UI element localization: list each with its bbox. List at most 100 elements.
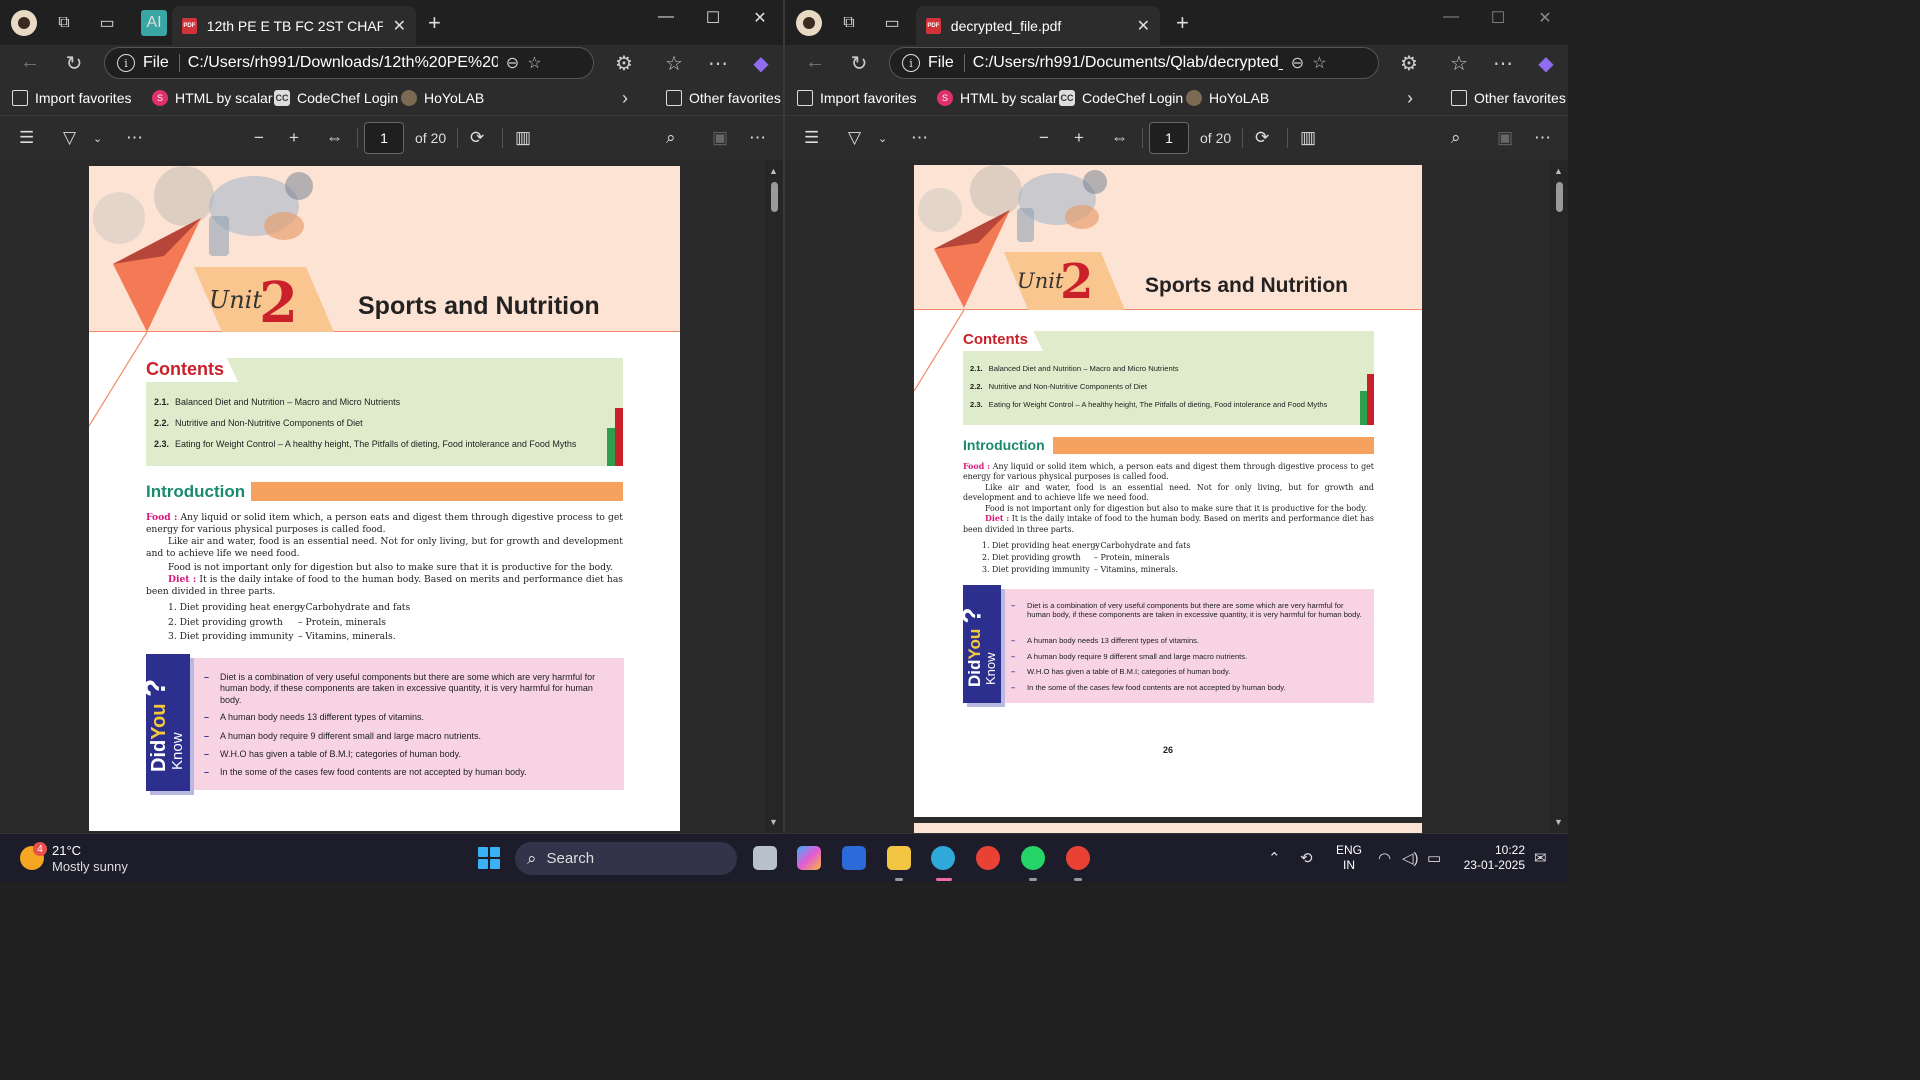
more-tools-icon[interactable]: ⋯ [911,128,928,148]
new-tab-button[interactable]: + [428,10,441,36]
close-window-button[interactable]: ✕ [1522,8,1568,28]
maximize-button[interactable]: ☐ [1475,8,1521,28]
maximize-button[interactable]: ☐ [690,8,736,28]
profile-avatar[interactable] [796,10,822,36]
microsoft-store-icon[interactable] [842,846,866,870]
more-tools-icon[interactable]: ⋯ [126,128,143,148]
new-tab-button[interactable]: + [1176,10,1189,36]
chevron-down-icon[interactable]: ⌄ [93,132,102,145]
bookmark-hoyolab[interactable]: HoYoLAB [401,90,484,106]
vertical-scrollbar[interactable]: ▲ ▼ [765,160,783,833]
bookmark-import-favorites[interactable]: Import favorites [797,90,916,106]
contents-list-icon[interactable]: ☰ [804,128,819,148]
minimize-button[interactable]: — [643,8,689,26]
refresh-icon[interactable]: ↻ [59,51,89,76]
scroll-thumb[interactable] [1556,182,1563,212]
url-text[interactable]: C:/Users/rh991/Documents/Qlab/decrypted_… [973,54,1283,72]
whatsapp-icon[interactable] [1021,846,1045,870]
workspaces-icon[interactable]: ⧉ [836,10,862,36]
profile-avatar[interactable] [11,10,37,36]
back-icon[interactable]: ← [800,51,830,74]
zoom-icon[interactable]: ⊖ [1291,53,1304,73]
refresh-icon[interactable]: ↻ [844,51,874,76]
favorite-star-icon[interactable]: ☆ [527,53,541,73]
save-icon[interactable]: ▣ [712,128,728,148]
zoom-out-button[interactable]: − [254,128,264,148]
contents-item[interactable]: 2.2. Nutritive and Non-Nutritive Componen… [154,418,363,428]
chrome-profile-icon[interactable] [1066,846,1090,870]
url-text[interactable]: C:/Users/rh991/Downloads/12th%20PE%20E%.… [188,54,498,72]
info-icon[interactable]: i [902,54,920,72]
tab-active[interactable]: PDF 12th PE E TB FC 2ST CHAPTER.pdf ✕ [172,6,416,45]
search-icon[interactable]: ⌕ [666,128,676,148]
fit-width-icon[interactable]: ⇔ [1111,128,1128,148]
info-icon[interactable]: i [117,54,135,72]
fit-width-icon[interactable]: ⇔ [326,128,343,148]
contents-item[interactable]: 2.3. Eating for Weight Control – A health… [970,400,1327,409]
tab-active[interactable]: PDF decrypted_file.pdf ✕ [916,6,1160,45]
chevron-right-icon[interactable]: › [622,88,628,109]
bookmark-other-favorites[interactable]: Other favorites [666,90,781,106]
language-indicator[interactable]: ENG IN [1336,843,1362,873]
tab-actions-icon[interactable]: ▭ [879,10,905,36]
page-view-icon[interactable]: ▥ [515,128,531,148]
extensions-icon[interactable]: ⚙ [609,51,639,76]
bookmark-html-by-scalar[interactable]: S HTML by scalar [937,90,1058,106]
extensions-icon[interactable]: ⚙ [1394,51,1424,76]
copilot-app-icon[interactable] [797,846,821,870]
back-icon[interactable]: ← [15,51,45,74]
contents-item[interactable]: 2.3. Eating for Weight Control – A health… [154,439,576,449]
scroll-thumb[interactable] [771,182,778,212]
page-number-input[interactable]: 1 [1149,122,1189,154]
contents-list-icon[interactable]: ☰ [19,128,34,148]
copilot-icon[interactable]: ◆ [1531,51,1561,76]
scroll-up-icon[interactable]: ▲ [769,166,778,176]
page-view-icon[interactable]: ▥ [1300,128,1316,148]
chevron-down-icon[interactable]: ⌄ [878,132,887,145]
contents-item[interactable]: 2.2. Nutritive and Non-Nutritive Componen… [970,382,1147,391]
close-window-button[interactable]: ✕ [737,8,783,28]
pdf-viewport[interactable]: Unit 2 Sports and Nutrition Contents 2.1… [0,160,783,833]
zoom-icon[interactable]: ⊖ [506,53,519,73]
weather-temperature[interactable]: 21°C [52,843,81,858]
vertical-scrollbar[interactable]: ▲ ▼ [1550,160,1568,833]
zoom-out-button[interactable]: − [1039,128,1049,148]
zoom-in-button[interactable]: + [289,128,299,148]
favorite-star-icon[interactable]: ☆ [1312,53,1326,73]
minimize-button[interactable]: — [1428,8,1474,26]
edge-browser-icon[interactable] [931,846,955,870]
bookmark-import-favorites[interactable]: Import favorites [12,90,131,106]
chevron-up-icon[interactable]: ⌃ [1268,849,1281,867]
scroll-up-icon[interactable]: ▲ [1554,166,1563,176]
taskbar-search[interactable]: ⌕ Search [515,842,737,875]
bookmark-codechef[interactable]: CC CodeChef Login [1059,90,1183,106]
more-menu-icon[interactable]: ⋯ [703,51,733,76]
close-tab-icon[interactable]: ✕ [1137,16,1150,36]
notification-icon[interactable]: ✉ [1534,849,1547,867]
ai-extension-icon[interactable]: AI [141,10,167,36]
workspaces-icon[interactable]: ⧉ [51,10,77,36]
volume-icon[interactable]: ◁) [1402,849,1419,867]
zoom-in-button[interactable]: + [1074,128,1084,148]
chrome-icon[interactable] [976,846,1000,870]
more-options-icon[interactable]: ⋯ [749,128,766,148]
rotate-icon[interactable]: ⟳ [470,128,484,148]
highlight-icon[interactable]: ▽ [848,128,861,148]
address-bar[interactable]: i File C:/Users/rh991/Downloads/12th%20P… [104,47,594,79]
favorites-icon[interactable]: ☆ [1444,51,1474,76]
bookmark-hoyolab[interactable]: HoYoLAB [1186,90,1269,106]
task-view-icon[interactable] [753,846,777,870]
save-icon[interactable]: ▣ [1497,128,1513,148]
scroll-down-icon[interactable]: ▼ [769,817,778,827]
sync-icon[interactable]: ⟲ [1300,849,1313,867]
address-bar[interactable]: i File C:/Users/rh991/Documents/Qlab/dec… [889,47,1379,79]
weather-description[interactable]: Mostly sunny [52,859,128,874]
bookmark-other-favorites[interactable]: Other favorites [1451,90,1566,106]
page-number-input[interactable]: 1 [364,122,404,154]
clock[interactable]: 10:22 23-01-2025 [1460,843,1525,873]
file-explorer-icon[interactable] [887,846,911,870]
search-icon[interactable]: ⌕ [1451,128,1461,148]
start-button[interactable] [478,847,500,869]
battery-icon[interactable]: ▭ [1427,849,1441,867]
contents-item[interactable]: 2.1. Balanced Diet and Nutrition – Macro … [154,397,400,407]
